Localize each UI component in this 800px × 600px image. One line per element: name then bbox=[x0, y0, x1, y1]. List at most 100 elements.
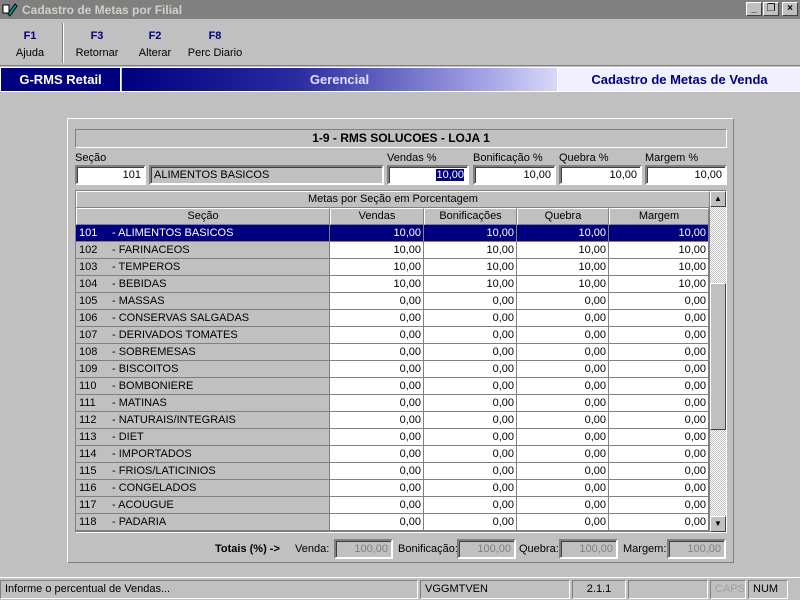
row-sales-cell[interactable]: 0,00 bbox=[330, 361, 424, 378]
row-sales-cell[interactable]: 0,00 bbox=[330, 446, 424, 463]
row-sales-cell[interactable]: 10,00 bbox=[330, 225, 424, 242]
scroll-down-button[interactable]: ▼ bbox=[710, 516, 726, 532]
row-margin-cell[interactable]: 0,00 bbox=[609, 310, 709, 327]
table-row[interactable]: 117- ACOUGUE 0,00 0,00 0,00 0,00 bbox=[76, 497, 710, 514]
row-bonus-cell[interactable]: 0,00 bbox=[424, 327, 517, 344]
row-name-cell[interactable]: - NATURAIS/INTEGRAIS bbox=[112, 412, 330, 429]
row-name-cell[interactable]: - PADARIA bbox=[112, 514, 330, 531]
row-margin-cell[interactable]: 0,00 bbox=[609, 378, 709, 395]
row-sales-cell[interactable]: 10,00 bbox=[330, 259, 424, 276]
table-row[interactable]: 103- TEMPEROS 10,00 10,00 10,00 10,00 bbox=[76, 259, 710, 276]
minimize-button[interactable]: _ bbox=[746, 2, 762, 16]
row-margin-cell[interactable]: 0,00 bbox=[609, 344, 709, 361]
margin-percent-input[interactable]: 10,00 bbox=[645, 165, 727, 185]
row-name-cell[interactable]: - BOMBONIERE bbox=[112, 378, 330, 395]
row-code-cell[interactable]: 113 bbox=[76, 429, 112, 446]
row-name-cell[interactable]: - SOBREMESAS bbox=[112, 344, 330, 361]
table-row[interactable]: 109- BISCOITOS 0,00 0,00 0,00 0,00 bbox=[76, 361, 710, 378]
row-loss-cell[interactable]: 10,00 bbox=[517, 276, 609, 293]
row-bonus-cell[interactable]: 10,00 bbox=[424, 225, 517, 242]
row-name-cell[interactable]: - BEBIDAS bbox=[112, 276, 330, 293]
row-sales-cell[interactable]: 0,00 bbox=[330, 412, 424, 429]
scroll-thumb[interactable] bbox=[710, 283, 726, 430]
row-name-cell[interactable]: - DIET bbox=[112, 429, 330, 446]
section-code-field[interactable]: 101 bbox=[75, 165, 146, 185]
scroll-up-button[interactable]: ▲ bbox=[710, 191, 726, 207]
table-row[interactable]: 114- IMPORTADOS 0,00 0,00 0,00 0,00 bbox=[76, 446, 710, 463]
table-row[interactable]: 113- DIET 0,00 0,00 0,00 0,00 bbox=[76, 429, 710, 446]
row-sales-cell[interactable]: 0,00 bbox=[330, 463, 424, 480]
col-header-bonus[interactable]: Bonificações bbox=[424, 208, 517, 225]
row-bonus-cell[interactable]: 0,00 bbox=[424, 463, 517, 480]
row-loss-cell[interactable]: 0,00 bbox=[517, 463, 609, 480]
row-bonus-cell[interactable]: 0,00 bbox=[424, 361, 517, 378]
row-margin-cell[interactable]: 0,00 bbox=[609, 480, 709, 497]
table-row[interactable]: 107- DERIVADOS TOMATES 0,00 0,00 0,00 0,00 bbox=[76, 327, 710, 344]
row-name-cell[interactable]: - CONSERVAS SALGADAS bbox=[112, 310, 330, 327]
row-sales-cell[interactable]: 0,00 bbox=[330, 293, 424, 310]
row-code-cell[interactable]: 102 bbox=[76, 242, 112, 259]
col-header-sales[interactable]: Vendas bbox=[330, 208, 424, 225]
table-row[interactable]: 106- CONSERVAS SALGADAS 0,00 0,00 0,00 0,00 bbox=[76, 310, 710, 327]
row-margin-cell[interactable]: 0,00 bbox=[609, 293, 709, 310]
row-code-cell[interactable]: 106 bbox=[76, 310, 112, 327]
row-name-cell[interactable]: - MATINAS bbox=[112, 395, 330, 412]
row-bonus-cell[interactable]: 10,00 bbox=[424, 259, 517, 276]
row-loss-cell[interactable]: 0,00 bbox=[517, 310, 609, 327]
row-loss-cell[interactable]: 0,00 bbox=[517, 327, 609, 344]
edit-button[interactable]: F2 Alterar bbox=[134, 19, 176, 66]
table-row[interactable]: 116- CONGELADOS 0,00 0,00 0,00 0,00 bbox=[76, 480, 710, 497]
row-loss-cell[interactable]: 0,00 bbox=[517, 293, 609, 310]
row-sales-cell[interactable]: 0,00 bbox=[330, 514, 424, 531]
row-loss-cell[interactable]: 0,00 bbox=[517, 446, 609, 463]
row-margin-cell[interactable]: 10,00 bbox=[609, 225, 709, 242]
row-name-cell[interactable]: - FRIOS/LATICINIOS bbox=[112, 463, 330, 480]
daily-percent-button[interactable]: F8 Perc Diario bbox=[184, 19, 246, 66]
title-bar[interactable]: Cadastro de Metas por Filial _ ❐ × bbox=[0, 0, 800, 19]
row-margin-cell[interactable]: 10,00 bbox=[609, 242, 709, 259]
row-code-cell[interactable]: 103 bbox=[76, 259, 112, 276]
row-bonus-cell[interactable]: 0,00 bbox=[424, 395, 517, 412]
row-margin-cell[interactable]: 0,00 bbox=[609, 395, 709, 412]
row-sales-cell[interactable]: 0,00 bbox=[330, 344, 424, 361]
row-margin-cell[interactable]: 10,00 bbox=[609, 259, 709, 276]
table-row[interactable]: 101- ALIMENTOS BASICOS 10,00 10,00 10,00 10,… bbox=[76, 225, 710, 242]
row-margin-cell[interactable]: 0,00 bbox=[609, 412, 709, 429]
table-row[interactable]: 105- MASSAS 0,00 0,00 0,00 0,00 bbox=[76, 293, 710, 310]
row-code-cell[interactable]: 114 bbox=[76, 446, 112, 463]
row-loss-cell[interactable]: 0,00 bbox=[517, 378, 609, 395]
row-loss-cell[interactable]: 0,00 bbox=[517, 361, 609, 378]
row-code-cell[interactable]: 118 bbox=[76, 514, 112, 531]
table-row[interactable]: 110- BOMBONIERE 0,00 0,00 0,00 0,00 bbox=[76, 378, 710, 395]
row-code-cell[interactable]: 104 bbox=[76, 276, 112, 293]
grid-scrollbar[interactable]: ▲ ▼ bbox=[710, 191, 726, 532]
row-code-cell[interactable]: 109 bbox=[76, 361, 112, 378]
row-sales-cell[interactable]: 10,00 bbox=[330, 242, 424, 259]
section-goals-grid[interactable]: Metas por Seção em Porcentagem Seção Ven… bbox=[75, 190, 727, 533]
row-margin-cell[interactable]: 0,00 bbox=[609, 446, 709, 463]
row-loss-cell[interactable]: 10,00 bbox=[517, 242, 609, 259]
loss-percent-input[interactable]: 10,00 bbox=[559, 165, 642, 185]
row-loss-cell[interactable]: 10,00 bbox=[517, 225, 609, 242]
row-name-cell[interactable]: - ACOUGUE bbox=[112, 497, 330, 514]
row-name-cell[interactable]: - TEMPEROS bbox=[112, 259, 330, 276]
row-sales-cell[interactable]: 0,00 bbox=[330, 480, 424, 497]
row-code-cell[interactable]: 105 bbox=[76, 293, 112, 310]
row-name-cell[interactable]: - MASSAS bbox=[112, 293, 330, 310]
bonus-percent-input[interactable]: 10,00 bbox=[473, 165, 556, 185]
row-name-cell[interactable]: - IMPORTADOS bbox=[112, 446, 330, 463]
row-loss-cell[interactable]: 0,00 bbox=[517, 429, 609, 446]
row-margin-cell[interactable]: 0,00 bbox=[609, 497, 709, 514]
row-bonus-cell[interactable]: 0,00 bbox=[424, 310, 517, 327]
row-sales-cell[interactable]: 0,00 bbox=[330, 497, 424, 514]
row-code-cell[interactable]: 107 bbox=[76, 327, 112, 344]
row-sales-cell[interactable]: 0,00 bbox=[330, 429, 424, 446]
row-margin-cell[interactable]: 0,00 bbox=[609, 361, 709, 378]
row-bonus-cell[interactable]: 0,00 bbox=[424, 344, 517, 361]
table-row[interactable]: 102- FARINACEOS 10,00 10,00 10,00 10,00 bbox=[76, 242, 710, 259]
row-code-cell[interactable]: 116 bbox=[76, 480, 112, 497]
row-name-cell[interactable]: - BISCOITOS bbox=[112, 361, 330, 378]
table-row[interactable]: 115- FRIOS/LATICINIOS 0,00 0,00 0,00 0,00 bbox=[76, 463, 710, 480]
row-sales-cell[interactable]: 0,00 bbox=[330, 378, 424, 395]
row-sales-cell[interactable]: 0,00 bbox=[330, 395, 424, 412]
